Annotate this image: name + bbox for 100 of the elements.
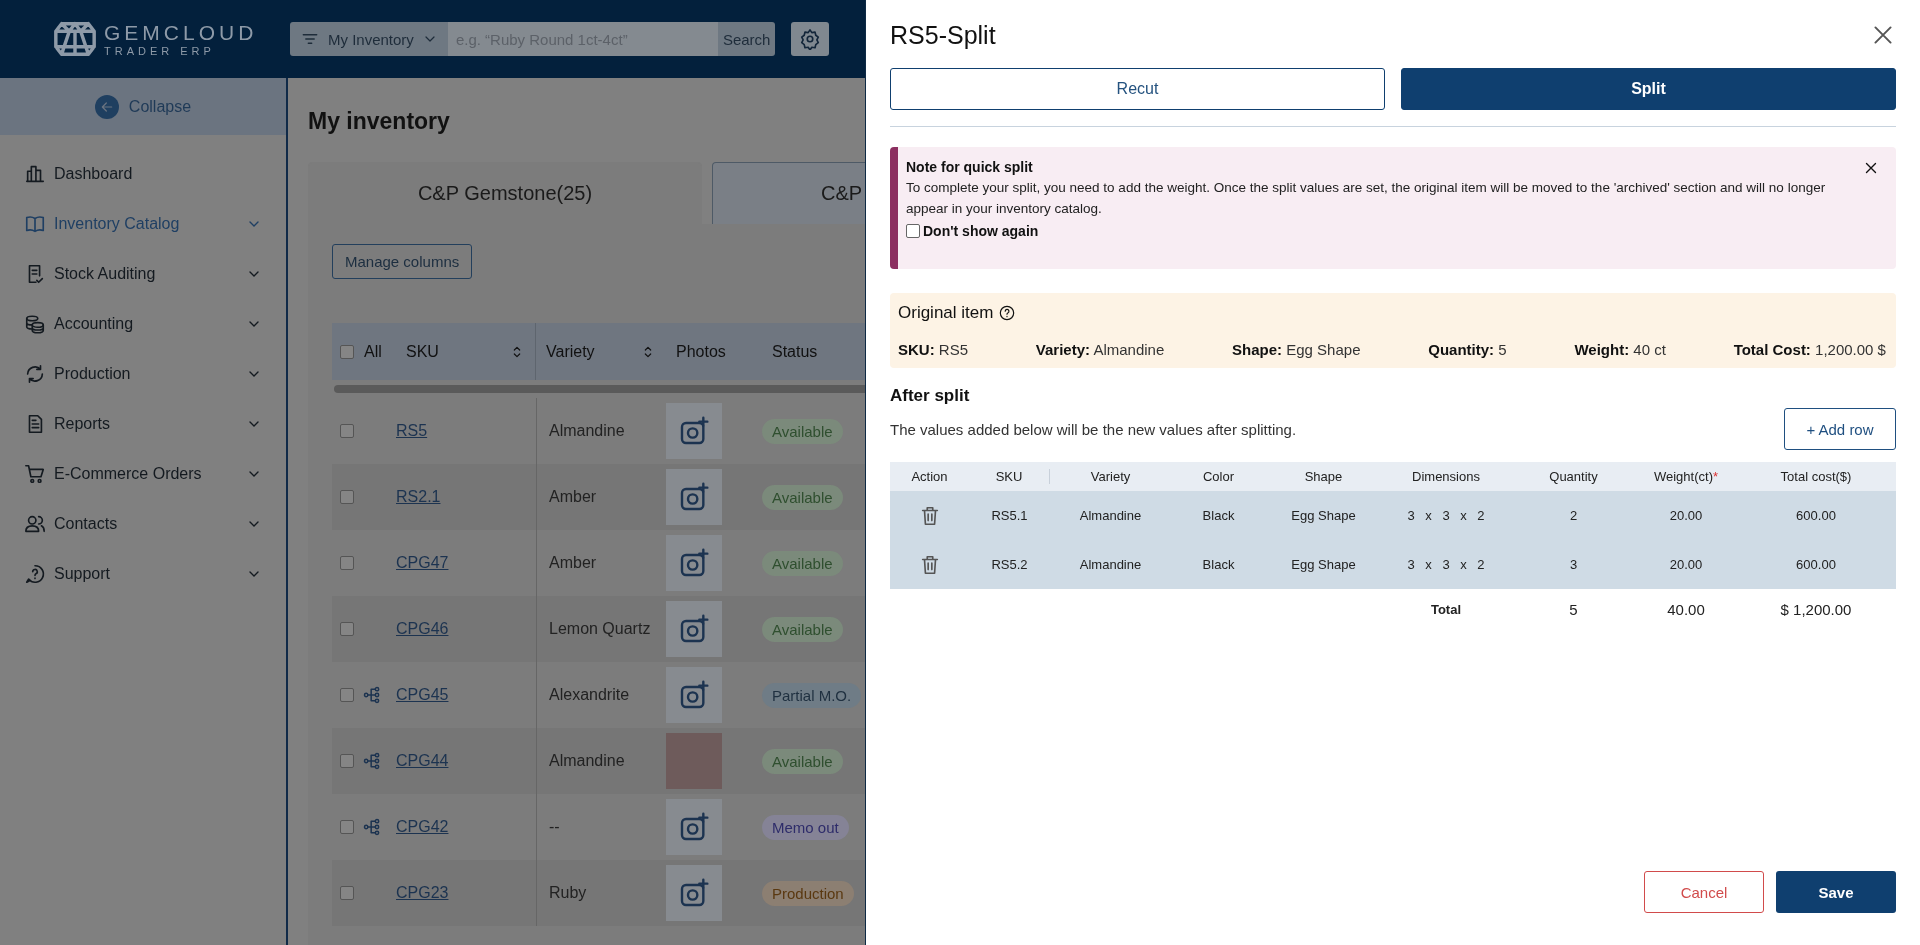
row-checkbox[interactable] (340, 490, 354, 504)
sidebar-item[interactable]: Contacts (0, 499, 286, 549)
sku-link[interactable]: CPG45 (396, 686, 449, 704)
add-photo-button[interactable] (666, 403, 722, 459)
cancel-button[interactable]: Cancel (1644, 871, 1764, 913)
sku-link[interactable]: RS5 (396, 422, 428, 440)
column-header: Variety (1089, 469, 1132, 484)
coins-icon (24, 313, 46, 335)
settings-icon (799, 28, 822, 50)
add-photo-button[interactable] (666, 799, 722, 855)
status-badge: Partial M.O. (762, 682, 862, 708)
select-all-label: All (364, 342, 382, 361)
table-cell-text: RS5.1 (990, 508, 1029, 523)
row-checkbox[interactable] (340, 754, 354, 768)
table-cell-text: 3 x 3 x 2 (1406, 557, 1486, 572)
section-title: Original item (898, 303, 994, 323)
table-cell-text: Egg Shape (1290, 508, 1357, 523)
column-header: Variety (546, 342, 595, 361)
page-title: My inventory (308, 108, 451, 136)
column-header: Color (1201, 469, 1236, 484)
row-checkbox[interactable] (340, 688, 354, 702)
total-cell-text: 40.00 (1666, 600, 1706, 618)
column-header: Shape (1303, 469, 1344, 484)
dialog-title: RS5-Split (890, 20, 996, 50)
sku-link[interactable]: CPG42 (396, 818, 449, 836)
row-checkbox[interactable] (340, 622, 354, 636)
section-description: The values added below will be the new values after splitting. (890, 420, 1297, 438)
select-all-checkbox[interactable] (340, 344, 354, 359)
manage-columns-button[interactable]: Manage columns (332, 244, 473, 279)
settings-button[interactable] (791, 22, 830, 56)
item-field: Shape: Egg Shape (1232, 341, 1361, 358)
sidebar-item[interactable]: Inventory Catalog (0, 199, 286, 249)
column-header: SKU (406, 342, 439, 361)
sku-link[interactable]: CPG47 (396, 554, 449, 572)
sku-link[interactable]: CPG46 (396, 620, 449, 638)
sidebar-item[interactable]: Stock Auditing (0, 249, 286, 299)
row-checkbox[interactable] (340, 424, 354, 438)
search-button[interactable]: Search (717, 22, 776, 56)
add-photo-button[interactable] (666, 667, 722, 723)
table-cell-text: 3 x 3 x 2 (1406, 508, 1486, 523)
sidebar-item[interactable]: Dashboard (0, 149, 286, 199)
add-photo-button[interactable] (666, 469, 722, 525)
table-cell-text: 20.00 (1668, 508, 1704, 523)
sku-link[interactable]: RS2.1 (396, 488, 441, 506)
status-badge: Available (762, 418, 843, 444)
item-field: Total Cost: 1,200.00 $ (1733, 341, 1886, 358)
camera-plus-icon (678, 415, 710, 447)
section-title: After split (890, 386, 970, 406)
help-icon (24, 563, 46, 585)
sidebar-item[interactable]: Production (0, 349, 286, 399)
item-field: Variety: Almandine (1035, 341, 1165, 358)
row-checkbox[interactable] (340, 556, 354, 570)
column-header: Weight(ct)* (1652, 469, 1720, 484)
logo-title: GEMCLOUD (104, 21, 258, 43)
status-badge: Available (762, 616, 843, 642)
checkbox-label: Don't show again (923, 223, 1039, 239)
item-field: Weight: 40 ct (1574, 341, 1666, 358)
mode-tab[interactable]: Split (1401, 68, 1896, 110)
column-header: Status (772, 342, 818, 361)
collapse-button[interactable]: Collapse (0, 78, 286, 135)
add-photo-button[interactable] (666, 865, 722, 921)
table-cell-text: 20.00 (1668, 557, 1704, 572)
filter-dropdown[interactable]: My Inventory (290, 22, 448, 56)
table-cell-text: RS5.2 (990, 557, 1029, 572)
status-badge: Available (762, 550, 843, 576)
total-cell-text: $ 1,200.00 (1779, 600, 1853, 618)
add-photo-button[interactable] (666, 535, 722, 591)
camera-plus-icon (678, 679, 710, 711)
sidebar-item[interactable]: Reports (0, 399, 286, 449)
sidebar-item[interactable]: Accounting (0, 299, 286, 349)
table-cell-text: Black (1201, 557, 1236, 572)
sidebar-item[interactable]: E-Commerce Orders (0, 449, 286, 499)
sidebar-item[interactable]: Support (0, 549, 286, 599)
sku-link[interactable]: CPG44 (396, 752, 449, 770)
hierarchy-icon (362, 751, 382, 771)
table-cell-text: Egg Shape (1290, 557, 1357, 572)
camera-plus-icon (678, 811, 710, 843)
item-field: SKU: RS5 (898, 341, 969, 358)
column-header: SKU (969, 469, 1050, 484)
note-title: Note for quick split (906, 159, 1033, 175)
camera-plus-icon (678, 481, 710, 513)
add-row-button[interactable]: + Add row (1784, 408, 1896, 450)
status-badge: Production (762, 880, 854, 906)
add-photo-button[interactable] (666, 601, 722, 657)
mode-tab[interactable]: Recut (890, 68, 1385, 110)
column-header: Dimensions (1411, 469, 1481, 484)
column-header: Photos (676, 342, 726, 361)
camera-plus-icon (678, 877, 710, 909)
hierarchy-icon (362, 685, 382, 705)
table-cell-text: 600.00 (1795, 508, 1837, 523)
inventory-tab[interactable]: C&P Gemstone(25) (308, 162, 702, 224)
table-cell-text: Almandine (1078, 557, 1143, 572)
table-cell-text: 600.00 (1795, 557, 1837, 572)
table-cell-text: 2 (1568, 508, 1579, 523)
sku-link[interactable]: CPG23 (396, 884, 449, 902)
row-checkbox[interactable] (340, 820, 354, 834)
dont-show-checkbox[interactable] (906, 224, 920, 238)
row-checkbox[interactable] (340, 886, 354, 900)
save-button[interactable]: Save (1776, 871, 1896, 913)
status-badge: Memo out (762, 814, 849, 840)
